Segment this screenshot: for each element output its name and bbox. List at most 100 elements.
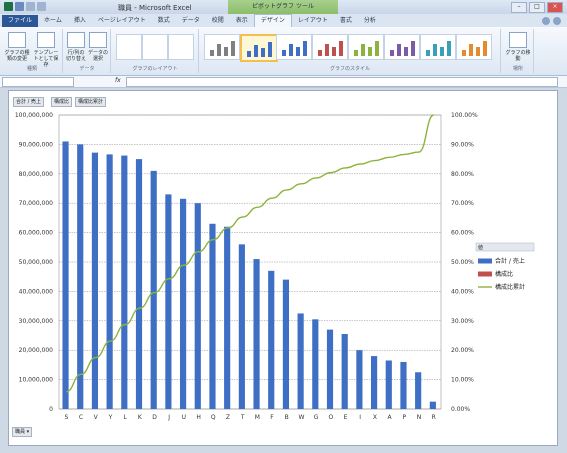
chart-style-8[interactable] xyxy=(456,34,492,60)
category-label: X xyxy=(373,414,377,421)
chart-style-6[interactable] xyxy=(384,34,420,60)
bar xyxy=(312,319,319,409)
chart-style-4[interactable] xyxy=(312,34,348,60)
change-chart-type-button[interactable]: グラフの種類の変更 xyxy=(4,32,30,62)
formula-input[interactable] xyxy=(126,77,558,87)
left-axis-tick-label: 60,000,000 xyxy=(19,230,54,237)
legend-label: 構成比累計 xyxy=(495,283,525,291)
undo-icon[interactable] xyxy=(26,2,35,11)
chart-style-5[interactable] xyxy=(348,34,384,60)
category-label: S xyxy=(64,414,68,421)
tab-6[interactable]: 校閲 xyxy=(206,15,230,27)
bar xyxy=(297,313,304,409)
chart-style-3[interactable] xyxy=(276,34,312,60)
style-bar xyxy=(483,41,487,56)
style-bar xyxy=(247,51,251,57)
tab-7[interactable]: 表示 xyxy=(230,15,254,27)
legend-swatch xyxy=(478,258,492,264)
tab-10[interactable]: 書式 xyxy=(334,15,358,27)
layout-thumb-2[interactable] xyxy=(142,34,168,60)
style-bar xyxy=(476,47,480,56)
layout-thumb-3[interactable] xyxy=(168,34,194,60)
style-bar xyxy=(390,50,394,56)
category-label: U xyxy=(182,414,186,421)
style-bar xyxy=(375,41,379,56)
legend-swatch xyxy=(478,271,492,277)
style-bar xyxy=(325,44,329,56)
save-template-button[interactable]: テンプレートとして保存 xyxy=(32,32,60,68)
minimize-ribbon-icon[interactable] xyxy=(553,17,561,25)
tab-1[interactable]: ホーム xyxy=(38,15,68,27)
style-bar xyxy=(361,44,365,56)
tab-11[interactable]: 分析 xyxy=(358,15,382,27)
category-label: K xyxy=(138,414,143,421)
window-title-visible: 職員 - Microsoft Excel xyxy=(118,4,192,12)
bar xyxy=(194,203,201,409)
pareto-chart: 0 10,000,000 20,000,000 30,000,000 40,000,00… xyxy=(15,112,535,421)
style-bar xyxy=(440,47,444,56)
group-label: データ xyxy=(79,66,95,72)
tab-4[interactable]: 数式 xyxy=(152,15,176,27)
chart-style-1[interactable] xyxy=(204,34,240,60)
select-data-button[interactable]: データの選択 xyxy=(88,32,108,62)
style-bar xyxy=(231,41,235,56)
chart-style-2[interactable] xyxy=(240,34,278,62)
tab-3[interactable]: ページレイアウト xyxy=(92,15,152,27)
bar xyxy=(165,194,172,409)
category-label: D xyxy=(152,414,157,421)
category-label: B xyxy=(285,414,289,421)
group-styles: グラフのスタイル xyxy=(200,29,501,73)
left-axis-tick-label: 80,000,000 xyxy=(19,171,54,178)
tab-5[interactable]: データ xyxy=(176,15,206,27)
fx-icon[interactable]: fx xyxy=(115,77,121,84)
tab-0[interactable]: ファイル xyxy=(2,15,39,27)
tab-2[interactable]: 挿入 xyxy=(68,15,92,27)
style-bar xyxy=(268,42,272,57)
left-axis-tick-label: 50,000,000 xyxy=(19,259,54,266)
bar xyxy=(121,155,128,409)
bar xyxy=(370,356,378,409)
maximize-icon[interactable]: □ xyxy=(529,2,545,13)
category-label: O xyxy=(328,414,333,421)
category-label: A xyxy=(388,414,393,421)
right-axis-tick-label: 20.00% xyxy=(451,347,474,354)
category-label: Z xyxy=(226,414,230,421)
left-axis-tick-label: 90,000,000 xyxy=(19,141,54,148)
name-box[interactable] xyxy=(2,77,74,87)
left-axis-tick-label: 100,000,000 xyxy=(15,112,53,119)
style-bar xyxy=(426,50,430,56)
chart-style-7[interactable] xyxy=(420,34,456,60)
save-icon[interactable] xyxy=(15,2,24,11)
bar xyxy=(91,152,99,409)
category-label: C xyxy=(79,414,83,421)
right-axis-tick-label: 40.00% xyxy=(451,288,474,295)
minimize-icon[interactable]: – xyxy=(511,2,527,13)
excel-logo-icon xyxy=(4,2,13,11)
title-bar: ピボットグラフ ツール 職員 - Microsoft Excel 職員 - Mi… xyxy=(0,0,567,14)
move-chart-icon xyxy=(509,32,527,48)
ribbon-tabs: ファイル ホーム 挿入 ページレイアウト 数式 データ 校閲 表示 デザイン レイアウト 書式 分析 xyxy=(0,14,567,27)
group-layout: グラフのレイアウト xyxy=(112,29,199,73)
bar xyxy=(341,334,348,409)
category-label: R xyxy=(432,414,436,421)
help-icon[interactable] xyxy=(542,17,550,25)
category-label: G xyxy=(314,414,319,421)
switch-row-column-button[interactable]: 行/列の切り替え xyxy=(66,32,86,62)
template-icon xyxy=(37,32,55,48)
style-bar xyxy=(469,44,473,56)
tab-9[interactable]: レイアウト xyxy=(292,15,334,27)
left-axis-tick-label: 10,000,000 xyxy=(19,377,54,384)
layout-thumb-1[interactable] xyxy=(116,34,142,60)
category-label: Q xyxy=(211,414,216,421)
category-label: E xyxy=(344,414,348,421)
legend-header: 値 xyxy=(478,244,483,251)
move-chart-button[interactable]: グラフの移動 xyxy=(505,32,531,62)
redo-icon[interactable] xyxy=(37,2,46,11)
bar xyxy=(253,259,260,409)
category-label: L xyxy=(123,414,127,421)
category-label: Y xyxy=(108,414,113,421)
style-bar xyxy=(282,50,286,56)
close-icon[interactable]: × xyxy=(547,2,563,13)
tab-8[interactable]: デザイン xyxy=(253,14,292,27)
bar xyxy=(106,154,113,409)
